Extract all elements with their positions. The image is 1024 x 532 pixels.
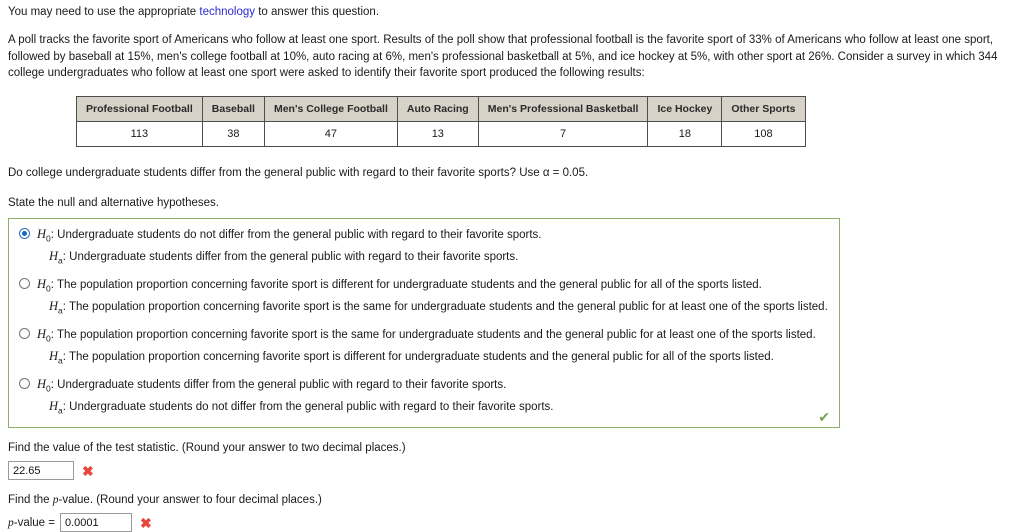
option-3-null-line: H0: The population proportion concerning… — [37, 326, 831, 348]
radio-button-option-2[interactable] — [19, 278, 30, 289]
table-data-cell: 47 — [263, 121, 398, 147]
h-alt-symbol: Ha — [49, 248, 63, 266]
radio-button-option-3[interactable] — [19, 328, 30, 339]
frequency-table: Professional Football Baseball Men's Col… — [76, 95, 806, 147]
option-4-alt-line: Ha: Undergraduate students do not differ… — [37, 398, 831, 420]
table-header-cell: Men's College Football — [263, 95, 398, 122]
radio-button-option-1[interactable] — [19, 228, 30, 239]
technology-notice-suffix: to answer this question. — [255, 6, 380, 18]
option-3-null-text: : The population proportion concerning f… — [50, 329, 816, 341]
hypothesis-options-box: H0: Undergraduate students do not differ… — [8, 218, 840, 428]
h-null-symbol: H0 — [37, 327, 51, 344]
question-prompt: Do college undergraduate students differ… — [8, 167, 589, 179]
option-2-alt-text: : The population proportion concerning f… — [62, 300, 828, 313]
problem-page: You may need to use the appropriate tech… — [0, 0, 1024, 532]
option-2-null-line: H0: The population proportion concerning… — [37, 276, 831, 298]
table-header-cell: Professional Football — [76, 95, 203, 122]
technology-notice: You may need to use the appropriate tech… — [8, 5, 1016, 20]
table-data-cell: 7 — [477, 121, 649, 147]
option-4-null-text: : Undergraduate students differ from the… — [50, 379, 507, 391]
hypothesis-option-1[interactable]: H0: Undergraduate students do not differ… — [17, 226, 831, 269]
option-3-alt-text: : The population proportion concerning f… — [62, 350, 774, 363]
hypothesis-option-2[interactable]: H0: The population proportion concerning… — [17, 276, 831, 319]
test-statistic-answer-row: ✖ — [8, 461, 1016, 480]
hypothesis-option-3[interactable]: H0: The population proportion concerning… — [17, 326, 831, 369]
hypothesis-option-4[interactable]: H0: Undergraduate students differ from t… — [17, 376, 831, 419]
technology-link[interactable]: technology — [199, 6, 255, 18]
h-alt-symbol: Ha — [49, 298, 63, 316]
option-3-alt-line: Ha: The population proportion concerning… — [37, 348, 831, 370]
problem-statement: A poll tracks the favorite sport of Amer… — [8, 34, 998, 79]
table-data-cell: 108 — [721, 121, 806, 147]
table-header-row: Professional Football Baseball Men's Col… — [76, 95, 806, 122]
option-4-null-line: H0: Undergraduate students differ from t… — [37, 376, 831, 398]
correct-checkmark-icon: ✔ — [818, 409, 830, 425]
table-header-cell: Ice Hockey — [647, 95, 723, 122]
table-data-cell: 113 — [76, 121, 203, 147]
p-value-label: Find the p-value. (Round your answer to … — [8, 494, 322, 506]
table-header-cell: Other Sports — [721, 95, 806, 122]
option-1-alt-text: : Undergraduate students differ from the… — [62, 250, 519, 263]
table-row: 113 38 47 13 7 18 108 — [76, 121, 806, 147]
option-1-alt-line: Ha: Undergraduate students differ from t… — [37, 248, 831, 270]
frequency-table-wrapper: Professional Football Baseball Men's Col… — [76, 95, 1016, 147]
test-statistic-label: Find the value of the test statistic. (R… — [8, 442, 406, 454]
state-hypotheses-prompt: State the null and alternative hypothese… — [8, 197, 219, 209]
table-header-cell: Baseball — [201, 95, 265, 122]
table-header-cell: Men's Professional Basketball — [477, 95, 649, 122]
option-1-null-line: H0: Undergraduate students do not differ… — [37, 226, 831, 248]
option-4-alt-text: : Undergraduate students do not differ f… — [62, 400, 554, 413]
table-data-cell: 18 — [647, 121, 723, 147]
h-alt-symbol: Ha — [49, 398, 63, 416]
radio-button-option-4[interactable] — [19, 378, 30, 389]
table-header-cell: Auto Racing — [396, 95, 479, 122]
table-data-cell: 38 — [201, 121, 265, 147]
h-null-symbol: H0 — [37, 227, 51, 244]
h-alt-symbol: Ha — [49, 348, 63, 366]
technology-notice-prefix: You may need to use the appropriate — [8, 6, 200, 18]
p-value-input[interactable] — [59, 513, 132, 532]
option-2-alt-line: Ha: The population proportion concerning… — [37, 298, 831, 320]
h-null-symbol: H0 — [37, 377, 51, 394]
p-value-answer-row: p-value = ✖ — [8, 513, 1016, 532]
h-null-symbol: H0 — [37, 277, 51, 294]
incorrect-x-icon: ✖ — [82, 462, 94, 479]
test-statistic-input[interactable] — [8, 461, 74, 480]
option-1-null-text: : Undergraduate students do not differ f… — [50, 229, 542, 241]
option-2-null-text: : The population proportion concerning f… — [50, 279, 762, 291]
incorrect-x-icon: ✖ — [139, 514, 152, 531]
p-value-field-label: p-value = — [8, 516, 55, 529]
table-data-cell: 13 — [396, 121, 479, 147]
